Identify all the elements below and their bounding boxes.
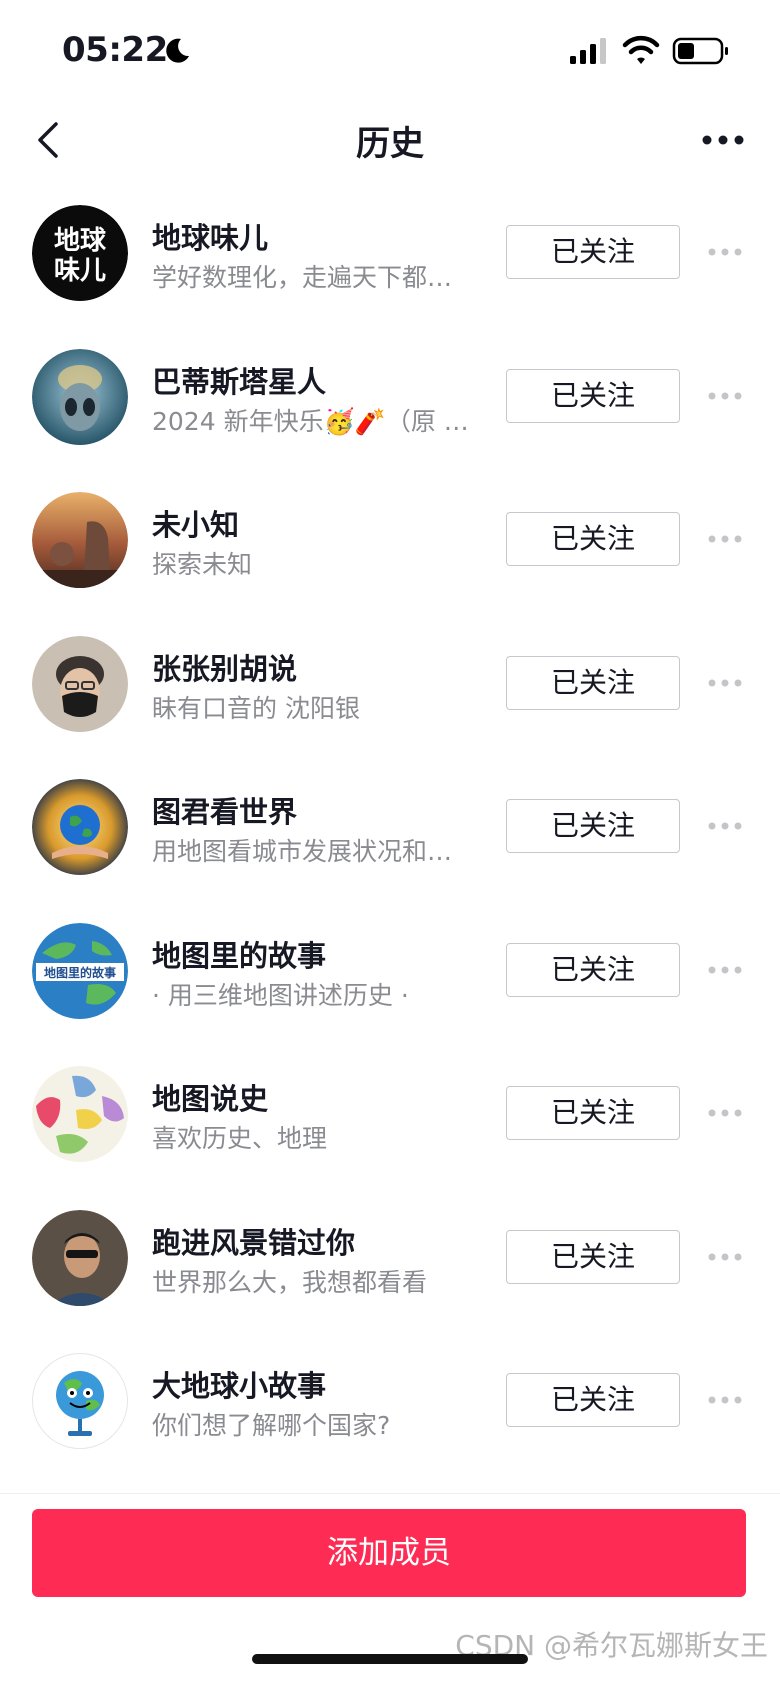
user-description: 2024 新年快乐🥳🧨（原 I… (152, 406, 474, 436)
avatar[interactable] (32, 1353, 128, 1449)
followed-button[interactable]: 已关注 (506, 225, 680, 279)
list-item[interactable]: 未小知 探索未知 已关注 (0, 467, 780, 611)
nav-bar: 历史 (0, 100, 780, 180)
user-name[interactable]: 跑进风景错过你 (152, 1220, 355, 1262)
user-name[interactable]: 地图里的故事 (152, 933, 326, 975)
more-dots-icon[interactable] (706, 242, 744, 262)
list-item[interactable]: 地图说史 喜欢历史、地理 已关注 (0, 1041, 780, 1185)
more-dots-icon[interactable] (706, 1103, 744, 1123)
avatar[interactable] (32, 635, 128, 732)
avatar[interactable] (32, 779, 128, 875)
battery-icon (672, 37, 728, 65)
list-item[interactable]: 张张别胡说 眛有口音的 沈阳银 已关注 (0, 611, 780, 755)
list-item[interactable]: 巴蒂斯塔星人 2024 新年快乐🥳🧨（原 I… 已关注 (0, 324, 780, 468)
user-description: 喜欢历史、地理 (152, 1124, 328, 1153)
avatar[interactable] (32, 348, 128, 445)
user-description: 学好数理化，走遍天下都… (152, 263, 453, 292)
user-name[interactable]: 地球味儿 (152, 215, 268, 257)
avatar[interactable] (32, 1209, 128, 1306)
divider (0, 1493, 780, 1494)
more-dots-icon[interactable] (706, 1247, 744, 1267)
followed-button[interactable]: 已关注 (506, 799, 680, 853)
user-name[interactable]: 地图说史 (152, 1076, 268, 1118)
svg-text:味儿: 味儿 (54, 256, 106, 286)
followed-button[interactable]: 已关注 (506, 512, 680, 566)
followed-button[interactable]: 已关注 (506, 655, 680, 710)
user-description: 探索未知 (152, 550, 253, 579)
cellular-signal-icon (570, 38, 606, 64)
user-name[interactable]: 图君看世界 (152, 789, 297, 831)
list-item[interactable]: 大地球小故事 你们想了解哪个国家? 已关注 (0, 1328, 780, 1472)
avatar[interactable]: 地球 味儿 (32, 205, 128, 301)
svg-text:地球: 地球 (54, 226, 107, 256)
moon-icon (166, 38, 189, 63)
wifi-icon (622, 35, 660, 64)
more-dots-icon[interactable] (706, 673, 744, 693)
more-dots-icon[interactable] (706, 816, 744, 836)
status-time: 05:22 (62, 30, 168, 70)
list-item[interactable]: 地球 味儿 地球味儿 学好数理化，走遍天下都… 已关注 (0, 180, 780, 324)
user-description: · 用三维地图讲述历史 · (152, 980, 409, 1010)
user-name[interactable]: 大地球小故事 (152, 1363, 326, 1405)
page-title: 历史 (356, 124, 424, 164)
add-member-button[interactable]: 添加成员 (32, 1509, 746, 1597)
followed-button[interactable]: 已关注 (506, 942, 680, 997)
followed-button[interactable]: 已关注 (506, 368, 680, 423)
list-item[interactable]: 地图里的故事 地图里的故事 · 用三维地图讲述历史 · 已关注 (0, 898, 780, 1042)
list-item[interactable]: 图君看世界 用地图看城市发展状况和… 已关注 (0, 754, 780, 898)
svg-text:地图里的故事: 地图里的故事 (44, 965, 116, 980)
user-description: 眛有口音的 沈阳银 (152, 693, 360, 723)
avatar[interactable] (32, 492, 128, 588)
more-dots-icon[interactable] (706, 960, 744, 980)
followed-button[interactable]: 已关注 (506, 1086, 680, 1140)
user-description: 你们想了解哪个国家? (152, 1411, 391, 1440)
user-description: 世界那么大，我想都看看 (152, 1267, 428, 1297)
more-dots-icon[interactable] (706, 386, 744, 406)
user-name[interactable]: 未小知 (152, 502, 239, 544)
user-list: 地球 味儿 地球味儿 学好数理化，走遍天下都… 已关注 巴蒂斯塔星人 2024 … (0, 180, 780, 1472)
home-indicator[interactable] (252, 1654, 528, 1664)
avatar[interactable]: 地图里的故事 (32, 922, 128, 1019)
user-name[interactable]: 巴蒂斯塔星人 (152, 359, 326, 401)
more-dots-icon[interactable] (706, 1390, 744, 1410)
more-dots-icon[interactable] (706, 529, 744, 549)
user-description: 用地图看城市发展状况和… (152, 837, 453, 866)
followed-button[interactable]: 已关注 (506, 1229, 680, 1284)
followed-button[interactable]: 已关注 (506, 1373, 680, 1427)
more-options-icon[interactable] (698, 120, 748, 160)
list-item[interactable]: 跑进风景错过你 世界那么大，我想都看看 已关注 (0, 1185, 780, 1329)
avatar[interactable] (32, 1066, 128, 1162)
user-name[interactable]: 张张别胡说 (152, 646, 297, 688)
status-bar: 05:22 (0, 0, 780, 100)
